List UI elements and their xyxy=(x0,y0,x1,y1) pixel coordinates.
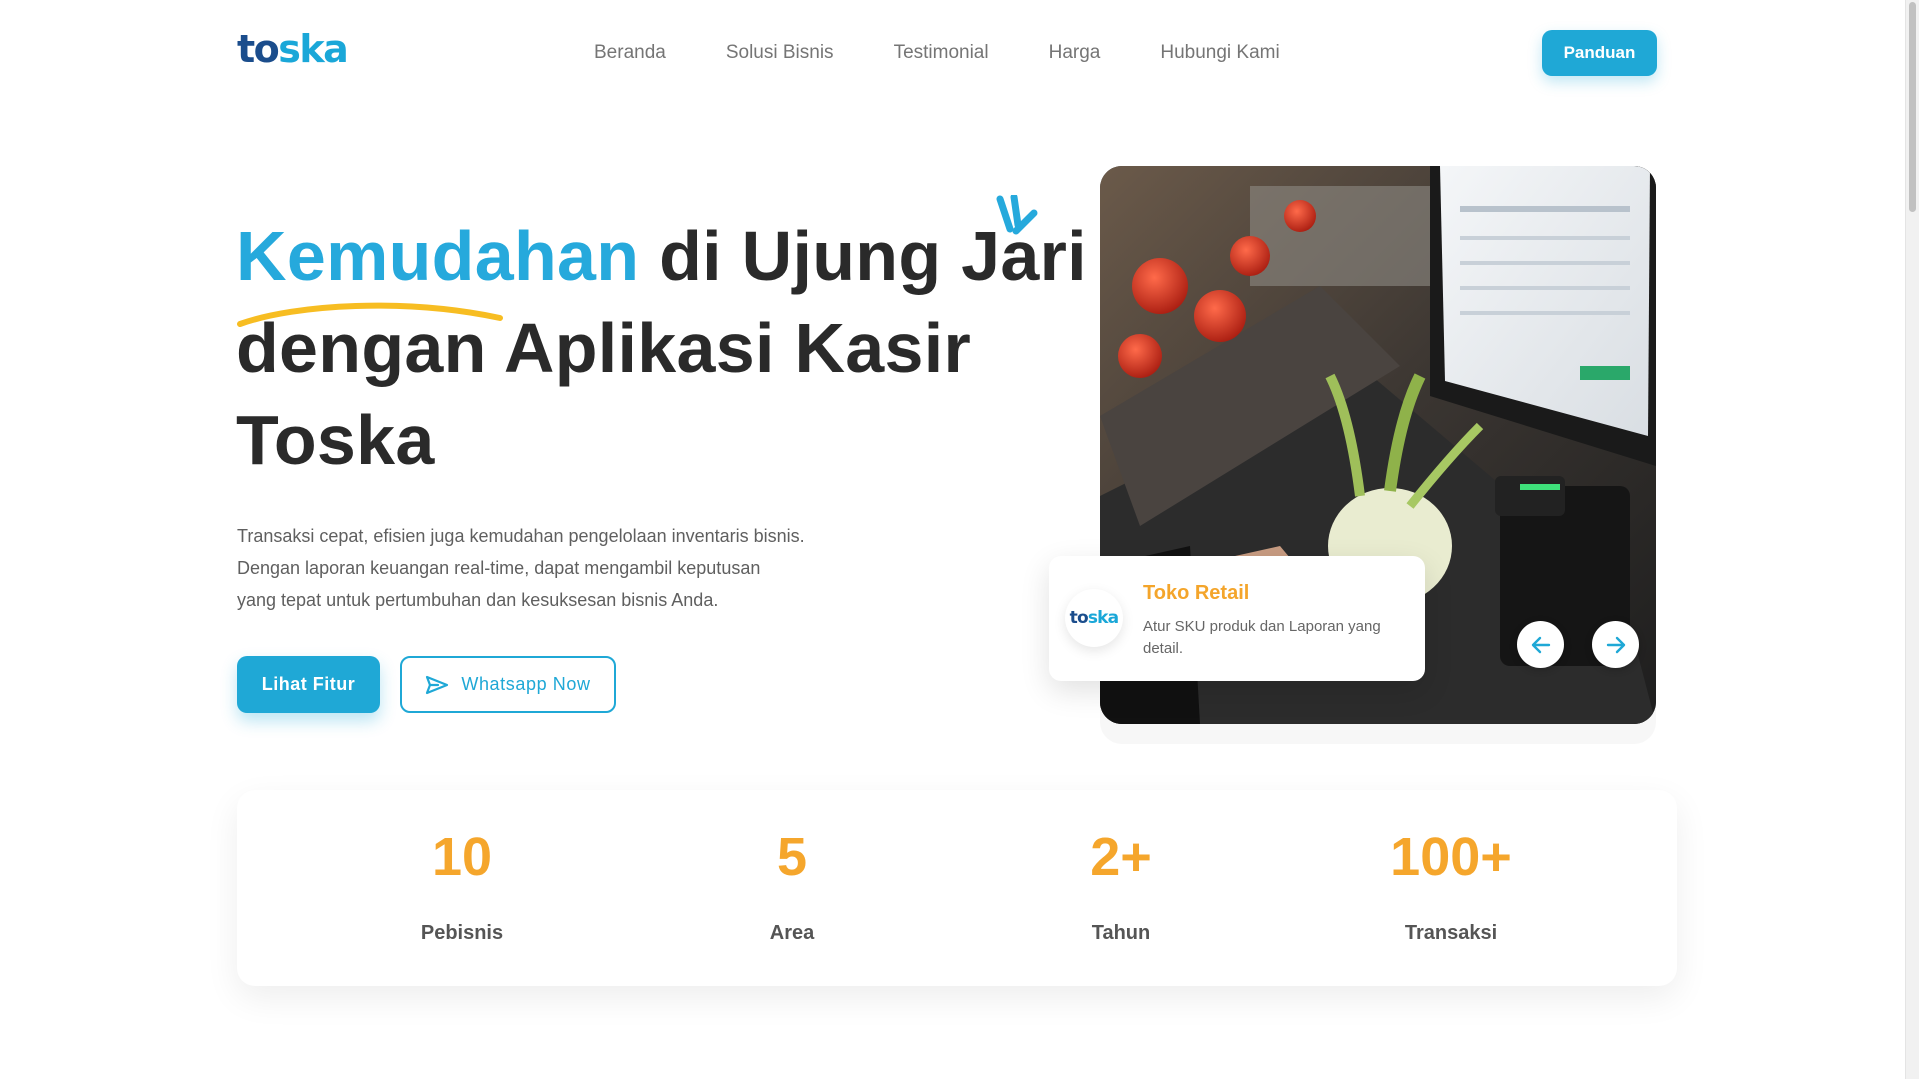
headline-line-3: Toska xyxy=(236,401,435,479)
stat-label: Tahun xyxy=(1091,922,1151,944)
stat-label: Transaksi xyxy=(1404,922,1498,944)
stat-value: 100+ xyxy=(1390,827,1512,887)
stat-label: Area xyxy=(769,922,815,944)
slide-info-card: to ska Toko Retail Atur SKU produk dan La… xyxy=(1049,556,1425,681)
whatsapp-now-button[interactable]: Whatsapp Now xyxy=(400,656,616,713)
nav-hubungi-kami[interactable]: Hubungi Kami xyxy=(1160,40,1279,66)
underline-swoosh-decoration xyxy=(237,302,503,327)
headline-line-1: Kemudahan di Ujung Jari xyxy=(236,210,1087,302)
description-line-2: Dengan laporan keuangan real-time, dapat… xyxy=(237,558,761,578)
page-scrollbar[interactable] xyxy=(1905,0,1919,1079)
whatsapp-button-label: Whatsapp Now xyxy=(461,674,591,694)
stat-value: 5 xyxy=(776,827,808,887)
card-description: Atur SKU produk dan Laporan yang detail. xyxy=(1143,618,1381,657)
arrow-right-icon xyxy=(1606,636,1625,653)
card-title: Toko Retail xyxy=(1143,582,1250,604)
slider-next-button[interactable] xyxy=(1592,621,1639,668)
logo-text-part1: to xyxy=(237,27,280,71)
hero-description: Transaksi cepat, efisien juga kemudahan … xyxy=(237,520,857,616)
stat-value: 2+ xyxy=(1090,827,1152,887)
brand-logo[interactable]: toska xyxy=(237,27,349,71)
hero-headline: Kemudahan di Ujung Jari dengan Aplikasi … xyxy=(236,210,1087,486)
stats-panel: 10 Pebisnis 5 Area 2+ Tahun 100+ Transak… xyxy=(237,790,1677,986)
slider-prev-button[interactable] xyxy=(1517,621,1564,668)
description-line-3: yang tepat untuk pertumbuhan dan kesukse… xyxy=(237,590,719,610)
arrow-left-icon xyxy=(1531,636,1550,653)
description-line-1: Transaksi cepat, efisien juga kemudahan … xyxy=(237,526,805,546)
lihat-fitur-button[interactable]: Lihat Fitur xyxy=(237,656,380,713)
nav-beranda[interactable]: Beranda xyxy=(594,40,666,66)
stat-value: 10 xyxy=(431,827,493,887)
card-logo: to ska xyxy=(1065,589,1123,647)
nav-harga[interactable]: Harga xyxy=(1049,40,1101,66)
nav-testimonial[interactable]: Testimonial xyxy=(894,40,989,66)
panduan-button[interactable]: Panduan xyxy=(1542,30,1657,76)
stat-label: Pebisnis xyxy=(420,922,504,944)
send-icon xyxy=(426,675,449,694)
site-header: toska Beranda Solusi Bisnis Testimonial … xyxy=(0,0,1905,106)
main-nav: Beranda Solusi Bisnis Testimonial Harga … xyxy=(594,40,1340,66)
scrollbar-thumb[interactable] xyxy=(1909,2,1916,212)
logo-text-part2: ska xyxy=(278,27,349,71)
card-logo-part2: ska xyxy=(1087,608,1119,628)
headline-accent: Kemudahan xyxy=(236,217,640,295)
card-logo-part1: to xyxy=(1069,608,1089,628)
nav-solusi-bisnis[interactable]: Solusi Bisnis xyxy=(726,40,834,66)
sparkle-icon xyxy=(996,195,1038,235)
